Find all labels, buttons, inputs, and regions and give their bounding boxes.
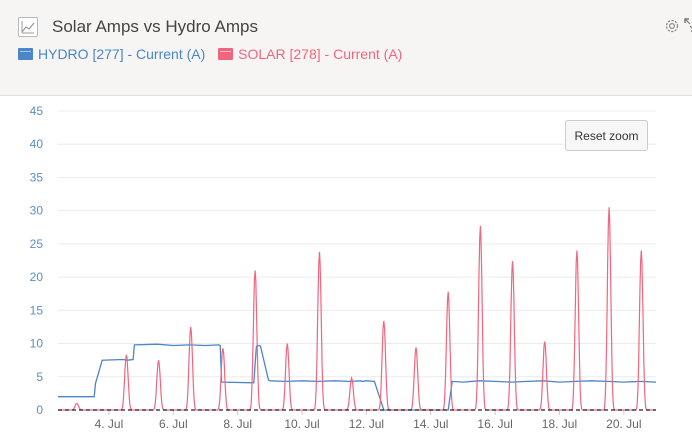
y-tick-label: 40 <box>30 137 44 151</box>
chart-header: Solar Amps vs Hydro Amps HYDRO [277] - C… <box>0 0 692 96</box>
y-tick-label: 5 <box>36 370 43 384</box>
y-tick-label: 30 <box>30 204 44 218</box>
chart-title: Solar Amps vs Hydro Amps <box>52 17 258 36</box>
x-tick-label: 12. Jul <box>349 417 384 431</box>
y-tick-label: 35 <box>30 170 44 184</box>
x-tick-label: 16. Jul <box>477 417 512 431</box>
x-tick-label: 8. Jul <box>223 417 252 431</box>
x-axis-ticks: 4. Jul 6. Jul 8. Jul 10. Jul 12. Jul 14. Jul 1… <box>95 410 642 431</box>
expand-icon[interactable] <box>684 18 692 32</box>
x-tick-label: 4. Jul <box>95 417 124 431</box>
y-tick-label: 20 <box>30 270 44 284</box>
line-chart-icon <box>18 17 38 37</box>
x-tick-label: 6. Jul <box>159 417 188 431</box>
legend-swatch-hydro <box>18 48 33 60</box>
series-line-solar <box>58 207 656 411</box>
legend-label-hydro: HYDRO [277] - Current (A) <box>38 46 206 62</box>
y-axis-ticks: 0 5 10 15 20 25 30 35 40 45 <box>30 104 44 417</box>
legend-item-hydro[interactable]: HYDRO [277] - Current (A) <box>18 46 205 62</box>
legend-label-solar: SOLAR [278] - Current (A) <box>238 46 403 62</box>
series-layer <box>58 207 657 411</box>
gear-icon[interactable] <box>663 17 681 35</box>
y-tick-label: 0 <box>36 403 43 417</box>
x-tick-label: 10. Jul <box>284 417 319 431</box>
y-tick-label: 25 <box>30 237 44 251</box>
legend: HYDRO [277] - Current (A) SOLAR [278] - … <box>18 46 411 63</box>
legend-swatch-solar <box>218 48 234 60</box>
reset-zoom-button[interactable]: Reset zoom <box>565 120 648 151</box>
legend-item-solar[interactable]: SOLAR [278] - Current (A) <box>218 46 402 62</box>
x-tick-label: 18. Jul <box>542 417 577 431</box>
x-tick-label: 14. Jul <box>413 417 448 431</box>
x-tick-label: 20. Jul <box>606 417 641 431</box>
y-tick-label: 10 <box>30 337 44 351</box>
y-tick-label: 15 <box>30 303 44 317</box>
y-tick-label: 45 <box>30 104 44 118</box>
